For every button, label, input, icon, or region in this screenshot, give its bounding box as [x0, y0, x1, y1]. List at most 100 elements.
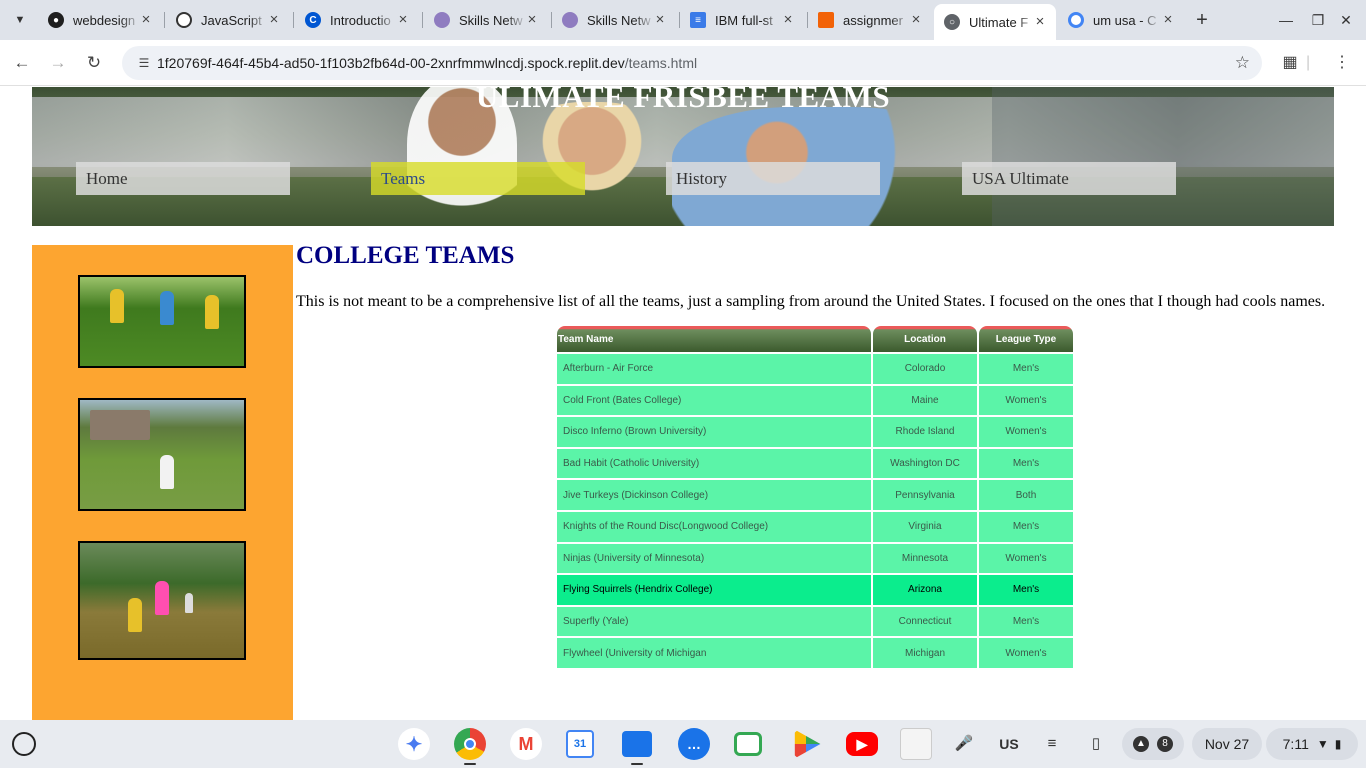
calendar-day: 31 [573, 738, 587, 750]
gemini-icon[interactable]: ✦ [398, 728, 430, 760]
extensions-icon[interactable]: ▦ [1278, 51, 1302, 75]
battery-icon: ▮ [1334, 737, 1342, 751]
team-name-cell: Bad Habit (Catholic University) [557, 448, 871, 479]
table-row: Ninjas (University of Minnesota) Minnesot… [557, 543, 1073, 574]
google-icon [1068, 12, 1084, 28]
tab-introduction[interactable]: C Introductio × [295, 6, 419, 34]
table-header-row: Team Name Location League Type [557, 326, 1073, 352]
maximize-icon[interactable]: ❐ [1308, 10, 1328, 30]
phone-hub-icon[interactable]: ▯ [1084, 732, 1108, 756]
url-text: 1f20769f-464f-45b4-ad50-1f103b2fb64d-00-… [157, 55, 697, 71]
app-thumbnail-icon[interactable] [900, 728, 932, 760]
tab-skills-network-1[interactable]: Skills Netw × [424, 6, 548, 34]
tab-um-usa[interactable]: um usa - C × [1058, 6, 1184, 34]
files-icon[interactable] [622, 731, 652, 757]
notification-tray[interactable]: ▲ 8 [1122, 728, 1184, 760]
tab-ibm-full-stack[interactable]: ≡ IBM full-st × [680, 6, 804, 34]
team-name-cell: Cold Front (Bates College) [557, 385, 871, 416]
sidebar [32, 245, 293, 720]
location-cell: Pennsylvania [873, 480, 977, 510]
tab-assignment[interactable]: assignmer × [808, 6, 932, 34]
close-tab-icon[interactable]: × [266, 12, 282, 28]
league-type-cell: Women's [979, 385, 1073, 416]
bookmark-star-icon[interactable]: ☆ [1235, 53, 1250, 73]
page-heading: COLLEGE TEAMS [296, 242, 515, 269]
tab-javascript[interactable]: JavaScript × [166, 6, 290, 34]
location-cell: Maine [873, 385, 977, 416]
close-tab-icon[interactable]: × [652, 12, 668, 28]
forward-icon[interactable]: → [46, 51, 70, 75]
close-tab-icon[interactable]: × [780, 12, 796, 28]
back-icon[interactable]: ← [10, 51, 34, 75]
team-name-cell: Jive Turkeys (Dickinson College) [557, 480, 871, 510]
launcher-icon[interactable] [12, 732, 36, 756]
league-type-cell: Both [979, 480, 1073, 510]
globe-icon: ○ [944, 14, 960, 30]
location-cell: Rhode Island [873, 417, 977, 447]
docs-icon: ≡ [690, 12, 706, 28]
team-name-cell: Disco Inferno (Brown University) [557, 417, 871, 447]
location-cell: Arizona [873, 575, 977, 605]
clipboard-icon[interactable]: ≡ [1040, 732, 1064, 756]
clock: 7:11 [1282, 736, 1309, 752]
gmail-icon[interactable]: M [510, 728, 542, 760]
column-header: Team Name [557, 326, 871, 352]
address-bar[interactable]: ☰ 1f20769f-464f-45b4-ad50-1f103b2fb64d-0… [122, 46, 1262, 80]
skillsnetwork-icon [434, 12, 450, 28]
tab-title: webdesign [73, 12, 136, 28]
location-cell: Minnesota [873, 543, 977, 574]
messages-icon[interactable]: … [678, 728, 710, 760]
url-path: /teams.html [624, 55, 698, 71]
table-row: Knights of the Round Disc(Longwood Colle… [557, 511, 1073, 542]
meet-icon[interactable] [734, 732, 762, 756]
table-row: Superfly (Yale) Connecticut Men's [557, 606, 1073, 637]
calendar-icon[interactable]: 31 [566, 730, 594, 758]
tab-strip: ▼ ● webdesign × JavaScript × C Introduct… [0, 0, 1366, 40]
notification-count: 8 [1157, 736, 1173, 752]
date-tray[interactable]: Nov 27 [1192, 728, 1262, 760]
tab-title: assignmer [843, 12, 903, 28]
status-tray[interactable]: 7:11 ▼ ▮ [1266, 728, 1358, 760]
league-type-cell: Women's [979, 543, 1073, 574]
tab-skills-network-2[interactable]: Skills Netw × [552, 6, 676, 34]
league-type-cell: Men's [979, 575, 1073, 605]
tab-ultimate-frisbee[interactable]: ○ Ultimate F × [934, 4, 1056, 40]
close-tab-icon[interactable]: × [524, 12, 540, 28]
tab-search-icon[interactable]: ▼ [8, 8, 32, 32]
table-row: Bad Habit (Catholic University) Washingto… [557, 448, 1073, 479]
close-tab-icon[interactable]: × [1160, 12, 1176, 28]
close-tab-icon[interactable]: × [1032, 14, 1048, 30]
nav-usa-ultimate[interactable]: USA Ultimate [962, 162, 1176, 195]
tab-title: Skills Netw [587, 12, 651, 28]
team-name-cell: Superfly (Yale) [557, 606, 871, 637]
team-name-cell: Ninjas (University of Minnesota) [557, 543, 871, 574]
close-tab-icon[interactable]: × [908, 12, 924, 28]
nav-history[interactable]: History [666, 162, 880, 195]
table-row: Jive Turkeys (Dickinson College) Pennsylv… [557, 480, 1073, 510]
new-tab-icon[interactable]: + [1192, 10, 1212, 30]
youtube-icon[interactable]: ▶ [846, 732, 878, 756]
team-name-cell: Flying Squirrels (Hendrix College) [557, 575, 871, 605]
location-cell: Washington DC [873, 448, 977, 479]
site-info-icon[interactable]: ☰ [136, 55, 152, 71]
table-row: Cold Front (Bates College) Maine Women's [557, 385, 1073, 416]
table-row: Afterburn - Air Force Colorado Men's [557, 354, 1073, 384]
input-method-indicator[interactable]: US [996, 732, 1022, 756]
frisbee-photo-2 [78, 398, 246, 511]
site-title: ULIMATE FRISBEE TEAMS [475, 87, 891, 114]
nav-home[interactable]: Home [76, 162, 290, 195]
microphone-icon[interactable]: 🎤 [952, 732, 976, 756]
close-tab-icon[interactable]: × [138, 12, 154, 28]
close-window-icon[interactable]: ✕ [1336, 10, 1356, 30]
nav-teams[interactable]: Teams [371, 162, 585, 195]
league-type-cell: Men's [979, 448, 1073, 479]
tab-webdesign[interactable]: ● webdesign × [38, 6, 162, 34]
table-row: Disco Inferno (Brown University) Rhode Is… [557, 417, 1073, 447]
chrome-icon[interactable] [454, 728, 486, 760]
close-tab-icon[interactable]: × [395, 12, 411, 28]
reload-icon[interactable]: ↻ [82, 51, 106, 75]
menu-icon[interactable]: ⋮ [1330, 51, 1354, 75]
play-store-icon[interactable] [794, 729, 821, 759]
league-type-cell: Men's [979, 606, 1073, 637]
minimize-icon[interactable]: — [1276, 10, 1296, 30]
